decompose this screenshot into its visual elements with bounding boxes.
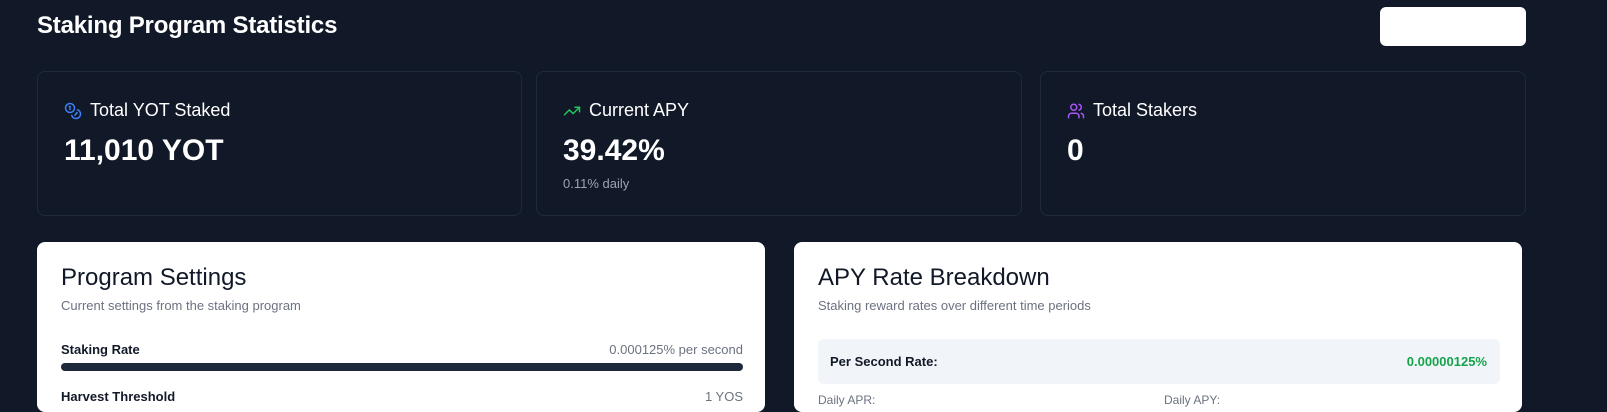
panel-description: Current settings from the staking progra…: [61, 298, 301, 313]
stat-card-total-staked: Total YOT Staked 11,010 YOT: [37, 71, 522, 216]
panel-title: Program Settings: [61, 264, 247, 291]
harvest-threshold-label: Harvest Threshold: [61, 389, 176, 404]
stat-value: 39.42%: [563, 134, 665, 167]
staking-rate-value: 0.000125% per second: [609, 342, 743, 357]
stat-label: Total Stakers: [1093, 100, 1198, 120]
stat-card-total-stakers: Total Stakers 0: [1040, 71, 1526, 216]
panel-description: Staking reward rates over different time…: [818, 298, 1091, 313]
stat-header: Total YOT Staked: [64, 100, 230, 121]
stat-card-current-apy: Current APY 39.42% 0.11% daily: [536, 71, 1022, 216]
header-action-button[interactable]: [1380, 7, 1526, 46]
staking-rate-bar-fill: [61, 363, 743, 371]
apy-breakdown-panel: APY Rate Breakdown Staking reward rates …: [794, 242, 1522, 412]
stat-label: Current APY: [589, 100, 690, 120]
stat-label: Total YOT Staked: [90, 100, 231, 120]
stat-subtext: 0.11% daily: [563, 176, 630, 191]
staking-rate-label: Staking Rate: [61, 342, 140, 357]
page-title: Staking Program Statistics: [37, 12, 338, 39]
per-second-rate-label: Per Second Rate:: [830, 354, 938, 369]
per-second-rate-row: Per Second Rate: 0.00000125%: [818, 339, 1500, 384]
program-settings-panel: Program Settings Current settings from t…: [37, 242, 765, 412]
stat-header: Total Stakers: [1067, 100, 1197, 121]
trending-up-icon: [563, 102, 581, 120]
stat-value: 11,010 YOT: [64, 134, 224, 167]
panel-title: APY Rate Breakdown: [818, 264, 1050, 291]
per-second-rate-value: 0.00000125%: [1406, 354, 1487, 369]
staking-rate-bar: [61, 363, 743, 371]
users-icon: [1067, 102, 1085, 120]
daily-apy-label: Daily APY:: [1164, 393, 1221, 407]
harvest-threshold-value: 1 YOS: [704, 389, 743, 404]
stat-value: 0: [1067, 134, 1084, 167]
daily-apr-label: Daily APR:: [818, 393, 876, 407]
stat-header: Current APY: [563, 100, 689, 121]
coins-icon: [64, 102, 82, 120]
